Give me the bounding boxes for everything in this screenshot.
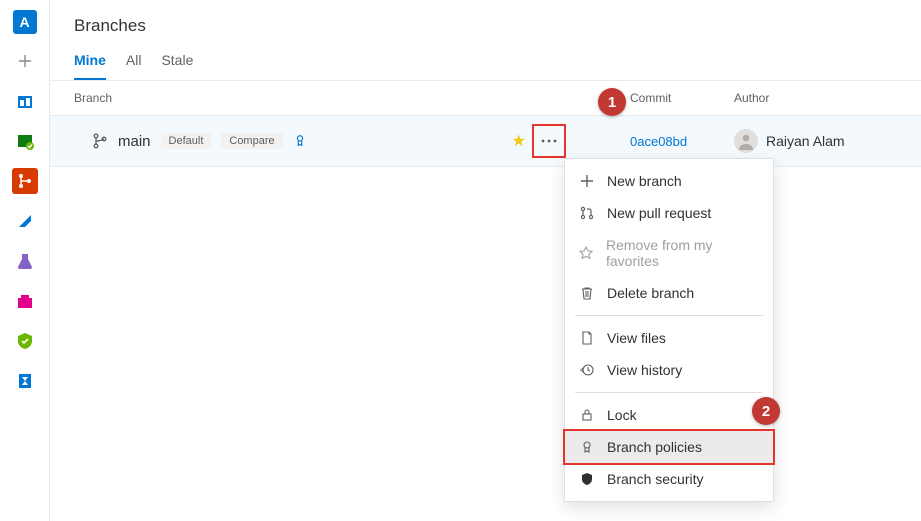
lock-icon [579, 407, 595, 423]
nav-artifacts-icon[interactable] [12, 288, 38, 314]
branch-icon [92, 133, 108, 149]
trash-icon [579, 285, 595, 301]
main-content: Branches Mine All Stale Branch Commit Au… [50, 0, 921, 521]
menu-new-branch[interactable]: New branch [565, 165, 773, 197]
table-header: Branch Commit Author [50, 81, 921, 116]
left-sidebar: A [0, 0, 50, 521]
callout-2: 2 [752, 397, 780, 425]
menu-label: Branch security [607, 471, 703, 487]
branch-row[interactable]: main Default Compare ★ 0ace08bd [50, 116, 921, 167]
menu-label: New pull request [607, 205, 711, 221]
menu-remove-fav: Remove from my favorites [565, 229, 773, 277]
branch-name[interactable]: main [118, 133, 151, 150]
menu-new-pr[interactable]: New pull request [565, 197, 773, 229]
menu-branch-security[interactable]: Branch security [565, 463, 773, 495]
file-icon [579, 330, 595, 346]
history-icon [579, 362, 595, 378]
callout-1: 1 [598, 88, 626, 116]
tab-mine[interactable]: Mine [74, 44, 106, 80]
add-icon[interactable] [12, 48, 38, 74]
col-header-branch: Branch [74, 91, 574, 105]
policy-icon [293, 134, 307, 148]
medal-icon [579, 439, 595, 455]
menu-separator [575, 392, 763, 393]
menu-label: Remove from my favorites [606, 237, 759, 269]
menu-delete-branch[interactable]: Delete branch [565, 277, 773, 309]
menu-label: Lock [607, 407, 637, 423]
nav-hourglass-icon[interactable] [12, 368, 38, 394]
nav-compliance-icon[interactable] [12, 328, 38, 354]
nav-testplans-icon[interactable] [12, 248, 38, 274]
menu-view-files[interactable]: View files [565, 322, 773, 354]
menu-label: New branch [607, 173, 682, 189]
menu-separator [575, 315, 763, 316]
branch-context-menu: New branch New pull request Remove from … [564, 158, 774, 502]
shield-icon [579, 471, 595, 487]
badge-default: Default [161, 133, 212, 149]
nav-overview-icon[interactable] [12, 88, 38, 114]
author-avatar [734, 129, 758, 153]
tab-all[interactable]: All [126, 44, 142, 80]
nav-pipelines-icon[interactable] [12, 208, 38, 234]
menu-label: View history [607, 362, 682, 378]
tab-stale[interactable]: Stale [161, 44, 193, 80]
project-avatar[interactable]: A [13, 10, 37, 34]
menu-label: View files [607, 330, 666, 346]
page-title: Branches [50, 0, 921, 44]
menu-label: Delete branch [607, 285, 694, 301]
menu-lock[interactable]: Lock [565, 399, 773, 431]
nav-boards-icon[interactable] [12, 128, 38, 154]
pull-request-icon [579, 205, 595, 221]
star-outline-icon [579, 245, 594, 261]
badge-compare: Compare [221, 133, 282, 149]
commit-hash[interactable]: 0ace08bd [574, 134, 734, 149]
menu-label: Branch policies [607, 439, 702, 455]
branch-filter-tabs: Mine All Stale [50, 44, 921, 81]
col-header-author: Author [734, 91, 897, 105]
star-icon[interactable]: ★ [512, 131, 526, 151]
author-name: Raiyan Alam [766, 133, 845, 149]
menu-branch-policies[interactable]: Branch policies [563, 429, 775, 465]
plus-icon [579, 173, 595, 189]
more-actions-button[interactable] [535, 127, 563, 155]
nav-repos-icon[interactable] [12, 168, 38, 194]
menu-view-history[interactable]: View history [565, 354, 773, 386]
